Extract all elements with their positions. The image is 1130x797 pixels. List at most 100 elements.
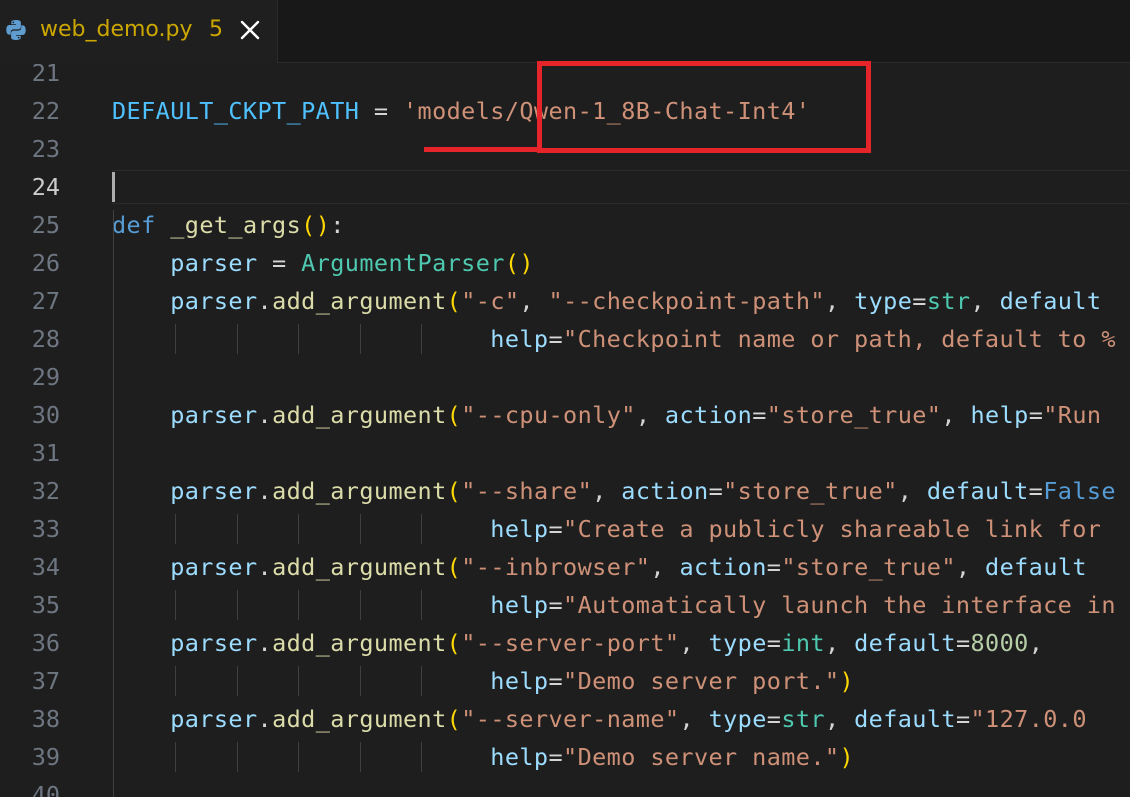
code-line[interactable]: 29 bbox=[0, 358, 1130, 396]
code-token: ) bbox=[839, 743, 855, 771]
code-token: int bbox=[781, 629, 825, 657]
code-token: = bbox=[548, 667, 564, 695]
code-token: = bbox=[708, 477, 724, 505]
code-token: add_argument bbox=[272, 553, 447, 581]
indent-guide bbox=[298, 324, 299, 354]
code-token: () bbox=[504, 249, 534, 277]
code-token: = bbox=[766, 553, 782, 581]
code-token: : bbox=[330, 211, 345, 239]
code-token: = bbox=[257, 249, 302, 277]
code-token: ( bbox=[446, 477, 462, 505]
indent-guide bbox=[175, 324, 176, 354]
code-token: , bbox=[955, 553, 986, 581]
line-number: 25 bbox=[31, 211, 60, 239]
indent-guide bbox=[237, 742, 238, 772]
code-token: 8000 bbox=[970, 629, 1029, 657]
code-text: help="Automatically launch the interface… bbox=[112, 586, 1116, 624]
code-token: "store_true" bbox=[723, 477, 898, 505]
code-token: help bbox=[490, 667, 549, 695]
indent-guide bbox=[360, 742, 361, 772]
code-token: , bbox=[519, 287, 549, 315]
indent-guide bbox=[175, 590, 176, 620]
indent-guide bbox=[237, 590, 238, 620]
code-token: . bbox=[257, 705, 273, 733]
code-text: parser = ArgumentParser() bbox=[112, 244, 534, 282]
code-token: _get_args bbox=[170, 211, 302, 239]
indent-guide bbox=[113, 210, 114, 797]
code-token: "store_true" bbox=[766, 401, 942, 429]
code-line[interactable]: 30 parser.add_argument("--cpu-only", act… bbox=[0, 396, 1130, 434]
code-token: "Checkpoint name or path, default to % bbox=[563, 325, 1116, 353]
code-line[interactable]: 28 help="Checkpoint name or path, defaul… bbox=[0, 320, 1130, 358]
code-line[interactable]: 24 bbox=[0, 168, 1130, 206]
code-token: add_argument bbox=[272, 705, 447, 733]
code-text: parser.add_argument("-c", "--checkpoint-… bbox=[112, 282, 1101, 320]
code-token: = bbox=[766, 629, 782, 657]
code-token: = bbox=[752, 401, 767, 429]
code-editor[interactable]: 21 22 DEFAULT_CKPT_PATH = 'models/Qwen-1_8… bbox=[0, 64, 1130, 797]
code-token: DEFAULT_CKPT_PATH bbox=[112, 97, 360, 125]
code-token: parser bbox=[170, 477, 258, 505]
code-line[interactable]: 34 parser.add_argument("--inbrowser", ac… bbox=[0, 548, 1130, 586]
indent-guide bbox=[421, 742, 422, 772]
code-line[interactable]: 40 bbox=[0, 776, 1130, 797]
code-token: , bbox=[897, 477, 927, 505]
code-token: action bbox=[679, 553, 767, 581]
indent-guide bbox=[421, 324, 422, 354]
code-line[interactable]: 35 help="Automatically launch the interf… bbox=[0, 586, 1130, 624]
code-token: . bbox=[257, 629, 273, 657]
line-number: 22 bbox=[31, 97, 60, 125]
line-number: 24 bbox=[31, 173, 60, 201]
code-token: , bbox=[824, 287, 855, 315]
line-number: 21 bbox=[31, 64, 60, 87]
code-token: default bbox=[854, 705, 956, 733]
code-line[interactable]: 33 help="Create a publicly shareable lin… bbox=[0, 510, 1130, 548]
tab-filename: web_demo.py bbox=[40, 17, 193, 42]
code-token: type bbox=[708, 705, 767, 733]
code-line[interactable]: 23 bbox=[0, 130, 1130, 168]
code-token: "Demo server port." bbox=[563, 667, 840, 695]
code-token: , bbox=[679, 705, 709, 733]
code-line[interactable]: 37 help="Demo server port.") bbox=[0, 662, 1130, 700]
code-token: "Create a publicly shareable link for bbox=[563, 515, 1102, 543]
code-token: False bbox=[1043, 477, 1116, 505]
code-line[interactable]: 39 help="Demo server name.") bbox=[0, 738, 1130, 776]
code-token: add_argument bbox=[272, 401, 447, 429]
code-token: "Automatically launch the interface in bbox=[563, 591, 1116, 619]
code-line[interactable]: 32 parser.add_argument("--share", action… bbox=[0, 472, 1130, 510]
line-number: 39 bbox=[31, 743, 60, 771]
code-token: = bbox=[548, 515, 564, 543]
code-line[interactable]: 27 parser.add_argument("-c", "--checkpoi… bbox=[0, 282, 1130, 320]
code-line[interactable]: 21 bbox=[0, 64, 1130, 92]
code-token: = bbox=[548, 591, 564, 619]
code-token: type bbox=[854, 287, 913, 315]
code-line[interactable]: 26 parser = ArgumentParser() bbox=[0, 244, 1130, 282]
code-token: , bbox=[824, 705, 855, 733]
tab-web-demo[interactable]: web_demo.py 5 bbox=[0, 0, 278, 63]
line-number: 30 bbox=[31, 401, 60, 429]
line-number: 36 bbox=[31, 629, 60, 657]
code-token: , bbox=[970, 287, 1000, 315]
code-token: . bbox=[257, 287, 273, 315]
code-text: parser.add_argument("--server-port", typ… bbox=[112, 624, 1043, 662]
code-line[interactable]: 25 def _get_args(): bbox=[0, 206, 1130, 244]
line-number: 29 bbox=[31, 363, 60, 391]
code-token: = bbox=[955, 629, 971, 657]
code-line[interactable]: 36 parser.add_argument("--server-port", … bbox=[0, 624, 1130, 662]
code-line[interactable]: 22 DEFAULT_CKPT_PATH = 'models/Qwen-1_8B-… bbox=[0, 92, 1130, 130]
code-text: help="Demo server port.") bbox=[112, 662, 854, 700]
code-line[interactable]: 38 parser.add_argument("--server-name", … bbox=[0, 700, 1130, 738]
code-text: parser.add_argument("--inbrowser", actio… bbox=[112, 548, 1087, 586]
code-line[interactable]: 31 bbox=[0, 434, 1130, 472]
code-token: add_argument bbox=[272, 629, 447, 657]
code-token: () bbox=[301, 211, 331, 239]
code-token: ) bbox=[839, 667, 855, 695]
code-token: parser bbox=[170, 287, 258, 315]
close-icon[interactable] bbox=[236, 16, 264, 44]
